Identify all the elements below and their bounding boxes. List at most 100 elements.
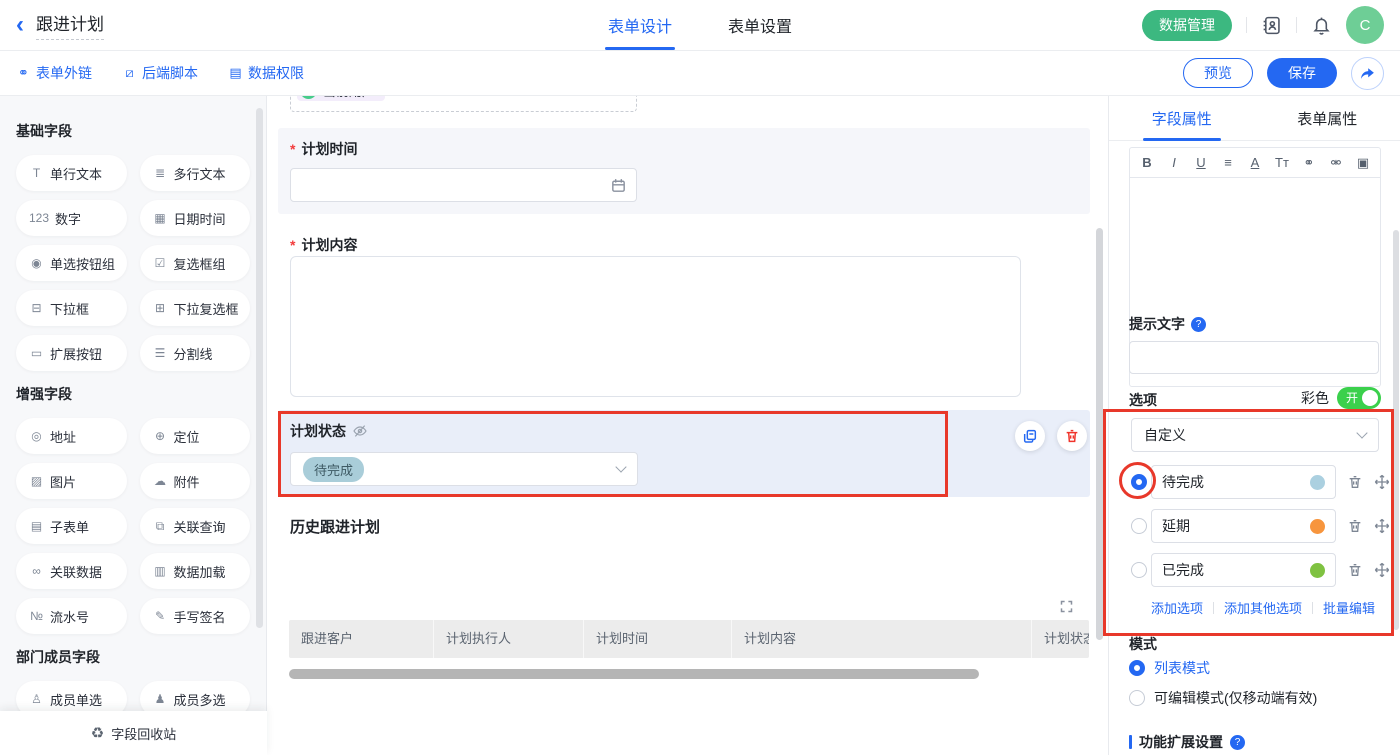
field-pill-image[interactable]: ▨图片	[16, 463, 127, 499]
field-pill-dropdown[interactable]: ⊟下拉框	[16, 290, 127, 326]
help-icon[interactable]: ?	[1191, 317, 1206, 332]
field-pill-attachment[interactable]: ☁ 附件	[140, 463, 251, 499]
add-option-link[interactable]: 添加选项	[1151, 598, 1203, 617]
subform-table-header: 跟进客户 计划执行人 计划时间 计划内容 计划状态	[289, 620, 1089, 658]
option-input[interactable]: 已完成	[1151, 553, 1336, 587]
delete-option-icon[interactable]	[1347, 562, 1363, 578]
delete-option-icon[interactable]	[1347, 474, 1363, 490]
batch-edit-link[interactable]: 批量编辑	[1323, 598, 1375, 617]
pill-label: 扩展按钮	[50, 344, 102, 363]
move-option-icon[interactable]	[1374, 562, 1390, 578]
field-pill-single-text[interactable]: T单行文本	[16, 155, 127, 191]
field-pill-relation-data[interactable]: ∞关联数据	[16, 553, 127, 589]
color-toggle[interactable]: 开	[1337, 387, 1381, 409]
pill-label: 下拉框	[50, 299, 89, 318]
option-radio[interactable]	[1131, 518, 1147, 534]
backend-script-link[interactable]: ⧄ 后端脚本	[122, 63, 198, 83]
duplicate-field-button[interactable]	[1015, 421, 1045, 451]
option-radio[interactable]	[1131, 562, 1147, 578]
plan-status-select[interactable]: 待完成	[290, 452, 638, 486]
field-pill-number[interactable]: 123数字	[16, 200, 127, 236]
sidebar-scrollbar[interactable]	[256, 108, 263, 628]
canvas-scrollbar[interactable]	[1096, 228, 1103, 640]
back-button[interactable]: ‹	[16, 13, 24, 37]
field-pill-datetime[interactable]: ▦日期时间	[140, 200, 251, 236]
user-avatar[interactable]: C	[1346, 6, 1384, 44]
current-user-field[interactable]: F 当前用户	[290, 96, 637, 112]
save-button[interactable]: 保存	[1267, 58, 1337, 88]
plan-content-textarea[interactable]	[290, 256, 1021, 397]
field-pill-relation-query[interactable]: ⧉关联查询	[140, 508, 251, 544]
pill-label: 成员单选	[50, 690, 102, 709]
pill-label: 多行文本	[174, 164, 226, 183]
mode-editable[interactable]: 可编辑模式(仅移动端有效)	[1129, 688, 1317, 708]
pill-label: 分割线	[174, 344, 213, 363]
field-plan-status[interactable]: 计划状态 待完成	[278, 410, 1090, 497]
move-option-icon[interactable]	[1374, 518, 1390, 534]
add-other-option-link[interactable]: 添加其他选项	[1224, 598, 1302, 617]
tab-form-properties[interactable]: 表单属性	[1255, 96, 1400, 140]
hint-text-label: 提示文字 ?	[1129, 314, 1206, 334]
field-pill-data-load[interactable]: ▥数据加载	[140, 553, 251, 589]
field-pill-address[interactable]: ◎地址	[16, 418, 127, 454]
form-external-link[interactable]: ⚭ 表单外链	[16, 63, 92, 83]
option-input[interactable]: 待完成	[1151, 465, 1336, 499]
tab-field-properties[interactable]: 字段属性	[1109, 96, 1255, 140]
field-recycle-bin[interactable]: ♻ 字段回收站	[0, 711, 267, 755]
move-option-icon[interactable]	[1374, 474, 1390, 490]
plan-time-input[interactable]	[290, 168, 637, 202]
field-pill-multi-text[interactable]: ≣多行文本	[140, 155, 251, 191]
pill-label: 附件	[174, 472, 200, 491]
option-radio[interactable]	[1131, 474, 1147, 490]
option-source-select[interactable]: 自定义	[1131, 418, 1379, 452]
column-header: 计划时间	[584, 620, 732, 658]
panel-scrollbar[interactable]	[1393, 230, 1399, 630]
option-color-dot[interactable]	[1310, 519, 1325, 534]
align-icon[interactable]: ≡	[1221, 155, 1235, 170]
insert-image-icon[interactable]: ▣	[1356, 155, 1370, 171]
field-pill-radio-group[interactable]: ◉单选按钮组	[16, 245, 127, 281]
preview-button[interactable]: 预览	[1183, 58, 1253, 88]
unlink-icon[interactable]: ⚮	[1329, 155, 1343, 171]
data-permission-link[interactable]: ▤ 数据权限	[228, 63, 304, 83]
subform-horizontal-scrollbar[interactable]	[289, 669, 979, 679]
mode-editable-label: 可编辑模式(仅移动端有效)	[1154, 688, 1317, 708]
mode-radio[interactable]	[1129, 690, 1145, 706]
pill-label: 数字	[55, 209, 81, 228]
link-icon[interactable]: ⚭	[1302, 155, 1316, 171]
font-size-icon[interactable]: Tт	[1275, 155, 1289, 170]
font-color-icon[interactable]: A	[1248, 155, 1262, 170]
attachment-icon: ☁	[153, 474, 168, 488]
data-manage-button[interactable]: 数据管理	[1142, 10, 1232, 41]
mode-radio[interactable]	[1129, 660, 1145, 676]
divider	[1213, 602, 1214, 614]
field-pill-extend-button[interactable]: ▭扩展按钮	[16, 335, 127, 371]
share-button[interactable]	[1351, 57, 1384, 90]
option-color-dot[interactable]	[1310, 563, 1325, 578]
tab-form-design[interactable]: 表单设计	[608, 0, 672, 50]
underline-icon[interactable]: U	[1194, 155, 1208, 170]
field-pill-multi-dropdown[interactable]: ⊞下拉复选框	[140, 290, 251, 326]
field-plan-time[interactable]: *计划时间	[278, 128, 1090, 214]
plan-time-label-text: 计划时间	[301, 139, 357, 159]
mode-list[interactable]: 列表模式	[1129, 658, 1210, 678]
hint-text-input[interactable]	[1129, 341, 1379, 374]
bold-icon[interactable]: B	[1140, 155, 1154, 170]
delete-field-button[interactable]	[1057, 421, 1087, 451]
delete-option-icon[interactable]	[1347, 518, 1363, 534]
field-pill-divider[interactable]: ☰分割线	[140, 335, 251, 371]
bell-icon[interactable]	[1311, 15, 1332, 36]
field-pill-location[interactable]: ⊕定位	[140, 418, 251, 454]
field-pill-serial-number[interactable]: №流水号	[16, 598, 127, 634]
option-color-dot[interactable]	[1310, 475, 1325, 490]
field-pill-checkbox-group[interactable]: ☑复选框组	[140, 245, 251, 281]
option-input[interactable]: 延期	[1151, 509, 1336, 543]
expand-icon[interactable]	[1059, 599, 1074, 614]
field-pill-subform[interactable]: ▤子表单	[16, 508, 127, 544]
italic-icon[interactable]: I	[1167, 155, 1181, 170]
tab-form-settings[interactable]: 表单设置	[728, 0, 792, 50]
help-icon[interactable]: ?	[1230, 735, 1245, 750]
contact-book-icon[interactable]	[1261, 15, 1282, 36]
option-row-pending: 待完成	[1109, 465, 1400, 499]
field-pill-signature[interactable]: ✎手写签名	[140, 598, 251, 634]
